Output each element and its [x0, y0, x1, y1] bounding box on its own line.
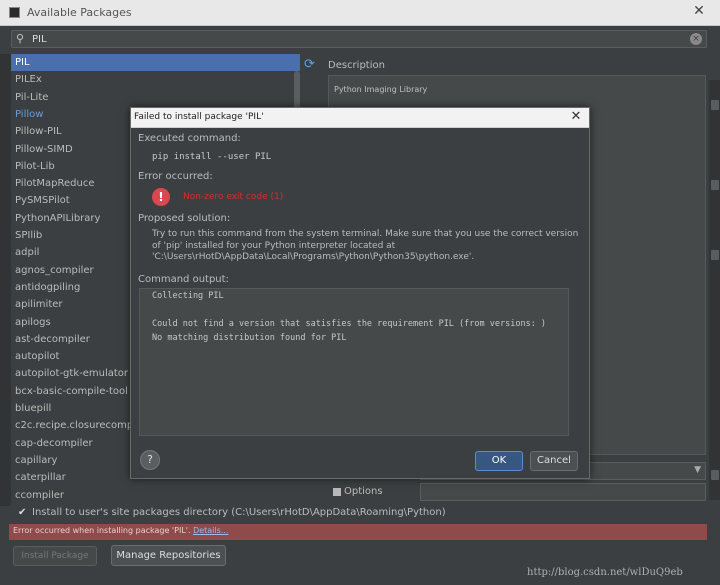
- refresh-icon[interactable]: ⟳: [304, 57, 318, 72]
- window-titlebar: Available Packages ✕: [0, 0, 720, 26]
- install-package-button[interactable]: Install Package: [13, 546, 97, 566]
- manage-repositories-button[interactable]: Manage Repositories: [111, 545, 226, 566]
- error-bar-message: Error occurred when installing package '…: [13, 526, 228, 535]
- options-input[interactable]: [420, 483, 706, 501]
- command-output-label: Command output:: [138, 274, 229, 285]
- proposed-solution-label: Proposed solution:: [138, 213, 231, 224]
- package-list-item[interactable]: PIL: [11, 54, 300, 72]
- error-icon: !: [152, 188, 170, 206]
- dialog-close-icon[interactable]: ✕: [568, 109, 584, 124]
- app-icon: [9, 7, 20, 18]
- package-search[interactable]: ⚲ ×: [11, 30, 707, 48]
- package-list-item[interactable]: Pil-Lite: [11, 89, 300, 106]
- error-bar-text: Error occurred when installing package '…: [13, 526, 191, 535]
- watermark: http://blog.csdn.net/wlDuQ9eb: [527, 567, 683, 578]
- cancel-button[interactable]: Cancel: [530, 451, 578, 471]
- clear-search-icon[interactable]: ×: [690, 33, 702, 45]
- executed-command-label: Executed command:: [138, 133, 241, 144]
- toolwindow-icon[interactable]: [711, 100, 719, 110]
- executed-command: pip install --user PIL: [152, 152, 272, 162]
- proposed-solution-text: Try to run this command from the system …: [152, 229, 579, 262]
- user-site-checkbox[interactable]: ✔: [18, 508, 29, 519]
- package-list-item[interactable]: PILEx: [11, 71, 300, 88]
- dialog-title: Failed to install package 'PIL': [134, 112, 264, 122]
- output-line: No matching distribution found for PIL: [152, 333, 347, 343]
- help-button[interactable]: ?: [140, 450, 160, 470]
- error-bar: Error occurred when installing package '…: [9, 524, 707, 540]
- details-link[interactable]: Details...: [193, 526, 228, 535]
- left-edge-panel: [0, 54, 11, 506]
- command-output-box[interactable]: Collecting PIL Could not find a version …: [139, 288, 569, 436]
- search-input[interactable]: [32, 32, 672, 46]
- toolwindow-icon[interactable]: [711, 470, 719, 480]
- options-checkbox[interactable]: [333, 488, 341, 496]
- toolwindow-icon[interactable]: [711, 180, 719, 190]
- right-edge-panel: [709, 80, 720, 500]
- dialog-titlebar: Failed to install package 'PIL' ✕: [131, 108, 589, 128]
- options-label: Options: [344, 486, 383, 497]
- description-text: Python Imaging Library: [334, 85, 428, 94]
- description-label: Description: [328, 60, 385, 71]
- chevron-down-icon: ▼: [694, 465, 701, 475]
- output-line: Could not find a version that satisfies …: [152, 319, 547, 329]
- user-site-label: Install to user's site packages director…: [32, 507, 446, 518]
- error-message: Non-zero exit code (1): [183, 192, 284, 202]
- window-title: Available Packages: [27, 6, 132, 19]
- ok-button[interactable]: OK: [475, 451, 523, 471]
- install-error-dialog: Failed to install package 'PIL' ✕ Execut…: [130, 107, 590, 479]
- search-icon: ⚲: [16, 32, 25, 45]
- package-list-item[interactable]: ccompiler: [11, 487, 300, 504]
- toolwindow-icon[interactable]: [711, 250, 719, 260]
- output-line: Collecting PIL: [152, 291, 224, 301]
- error-occurred-label: Error occurred:: [138, 171, 213, 182]
- close-icon[interactable]: ✕: [690, 3, 708, 21]
